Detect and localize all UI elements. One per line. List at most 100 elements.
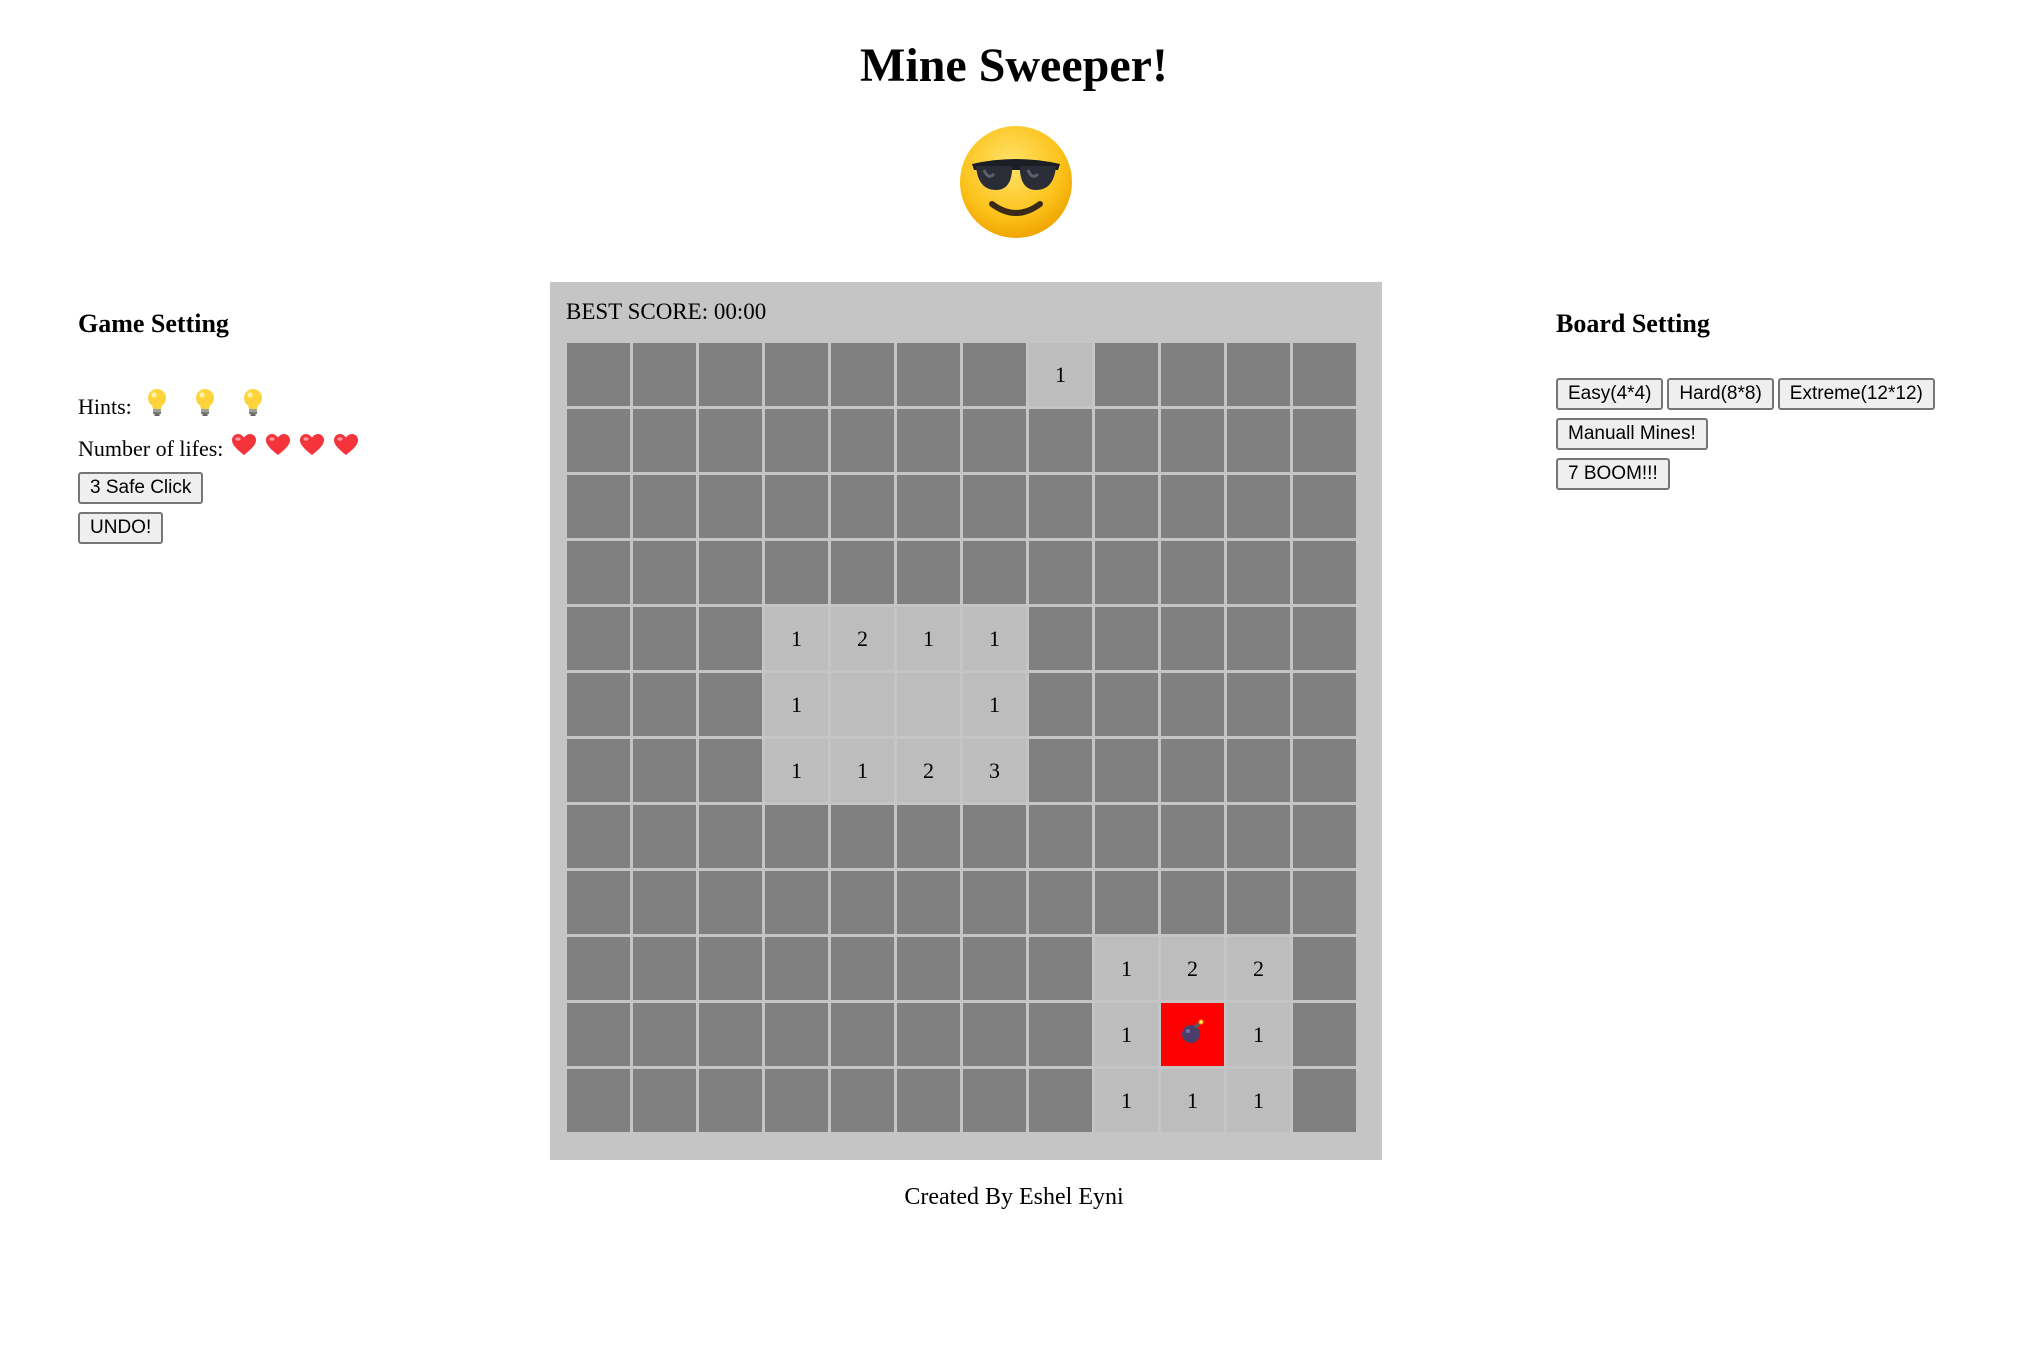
hidden-cell[interactable]	[633, 541, 696, 604]
hidden-cell[interactable]	[1029, 937, 1092, 1000]
lightbulb-icon[interactable]	[238, 387, 268, 427]
hidden-cell[interactable]	[633, 739, 696, 802]
hidden-cell[interactable]	[633, 937, 696, 1000]
hidden-cell[interactable]	[699, 673, 762, 736]
revealed-cell[interactable]	[897, 673, 960, 736]
hidden-cell[interactable]	[633, 607, 696, 670]
hidden-cell[interactable]	[1227, 541, 1290, 604]
hidden-cell[interactable]	[1161, 673, 1224, 736]
hidden-cell[interactable]	[699, 937, 762, 1000]
hidden-cell[interactable]	[897, 937, 960, 1000]
hidden-cell[interactable]	[567, 805, 630, 868]
hidden-cell[interactable]	[765, 1069, 828, 1132]
hidden-cell[interactable]	[897, 1069, 960, 1132]
safe-click-button[interactable]: 3 Safe Click	[78, 472, 204, 504]
seven-boom-button[interactable]: 7 BOOM!!!	[1556, 458, 1670, 490]
hidden-cell[interactable]	[567, 541, 630, 604]
hidden-cell[interactable]	[1161, 343, 1224, 406]
revealed-cell[interactable]: 2	[897, 739, 960, 802]
hidden-cell[interactable]	[1161, 607, 1224, 670]
hidden-cell[interactable]	[1029, 871, 1092, 934]
hidden-cell[interactable]	[567, 871, 630, 934]
revealed-cell[interactable]: 1	[963, 673, 1026, 736]
manual-mines-button[interactable]: Manuall Mines!	[1556, 418, 1708, 450]
hidden-cell[interactable]	[1161, 409, 1224, 472]
hidden-cell[interactable]	[1161, 871, 1224, 934]
hidden-cell[interactable]	[1095, 871, 1158, 934]
revealed-cell[interactable]: 1	[765, 607, 828, 670]
revealed-cell[interactable]: 1	[963, 607, 1026, 670]
hidden-cell[interactable]	[633, 1003, 696, 1066]
hidden-cell[interactable]	[1293, 343, 1356, 406]
hidden-cell[interactable]	[1095, 739, 1158, 802]
hidden-cell[interactable]	[1095, 409, 1158, 472]
hidden-cell[interactable]	[831, 409, 894, 472]
hidden-cell[interactable]	[765, 805, 828, 868]
revealed-cell[interactable]: 1	[1029, 343, 1092, 406]
revealed-cell[interactable]: 1	[1095, 937, 1158, 1000]
hidden-cell[interactable]	[765, 937, 828, 1000]
hidden-cell[interactable]	[963, 1069, 1026, 1132]
hidden-cell[interactable]	[963, 871, 1026, 934]
hidden-cell[interactable]	[1095, 475, 1158, 538]
hard-button[interactable]: Hard(8*8)	[1667, 378, 1774, 410]
hidden-cell[interactable]	[963, 409, 1026, 472]
hidden-cell[interactable]	[633, 871, 696, 934]
hidden-cell[interactable]	[1293, 409, 1356, 472]
hidden-cell[interactable]	[633, 673, 696, 736]
hidden-cell[interactable]	[765, 475, 828, 538]
hidden-cell[interactable]	[831, 343, 894, 406]
hidden-cell[interactable]	[1095, 805, 1158, 868]
hidden-cell[interactable]	[831, 1069, 894, 1132]
hidden-cell[interactable]	[897, 805, 960, 868]
hidden-cell[interactable]	[633, 343, 696, 406]
hidden-cell[interactable]	[1029, 1003, 1092, 1066]
revealed-cell[interactable]: 1	[1227, 1003, 1290, 1066]
hidden-cell[interactable]	[567, 607, 630, 670]
extreme-button[interactable]: Extreme(12*12)	[1777, 378, 1935, 410]
hidden-cell[interactable]	[1227, 607, 1290, 670]
hidden-cell[interactable]	[633, 1069, 696, 1132]
lightbulb-icon[interactable]	[190, 387, 220, 427]
hidden-cell[interactable]	[831, 805, 894, 868]
hidden-cell[interactable]	[1293, 1069, 1356, 1132]
hidden-cell[interactable]	[1029, 475, 1092, 538]
revealed-cell[interactable]: 1	[897, 607, 960, 670]
hidden-cell[interactable]	[1029, 1069, 1092, 1132]
hidden-cell[interactable]	[699, 805, 762, 868]
hidden-cell[interactable]	[1029, 409, 1092, 472]
hidden-cell[interactable]	[1293, 937, 1356, 1000]
hidden-cell[interactable]	[963, 343, 1026, 406]
hidden-cell[interactable]	[765, 871, 828, 934]
hidden-cell[interactable]	[633, 805, 696, 868]
hidden-cell[interactable]	[765, 343, 828, 406]
hidden-cell[interactable]	[567, 343, 630, 406]
hidden-cell[interactable]	[1227, 475, 1290, 538]
lightbulb-icon[interactable]	[142, 387, 172, 427]
hidden-cell[interactable]	[963, 475, 1026, 538]
revealed-cell[interactable]: 1	[765, 739, 828, 802]
revealed-cell[interactable]: 1	[831, 739, 894, 802]
hidden-cell[interactable]	[963, 937, 1026, 1000]
hidden-cell[interactable]	[831, 475, 894, 538]
hidden-cell[interactable]	[1227, 805, 1290, 868]
hidden-cell[interactable]	[699, 475, 762, 538]
revealed-cell[interactable]: 2	[1161, 937, 1224, 1000]
hidden-cell[interactable]	[831, 937, 894, 1000]
hidden-cell[interactable]	[963, 1003, 1026, 1066]
hidden-cell[interactable]	[1161, 475, 1224, 538]
hidden-cell[interactable]	[699, 343, 762, 406]
hidden-cell[interactable]	[1293, 871, 1356, 934]
hidden-cell[interactable]	[897, 541, 960, 604]
hidden-cell[interactable]	[1293, 739, 1356, 802]
hidden-cell[interactable]	[897, 871, 960, 934]
hidden-cell[interactable]	[699, 739, 762, 802]
hidden-cell[interactable]	[831, 541, 894, 604]
hidden-cell[interactable]	[963, 805, 1026, 868]
hidden-cell[interactable]	[1029, 805, 1092, 868]
hidden-cell[interactable]	[1293, 475, 1356, 538]
revealed-cell[interactable]: 2	[831, 607, 894, 670]
revealed-cell[interactable]: 1	[1161, 1069, 1224, 1132]
hidden-cell[interactable]	[1095, 541, 1158, 604]
hidden-cell[interactable]	[1293, 673, 1356, 736]
